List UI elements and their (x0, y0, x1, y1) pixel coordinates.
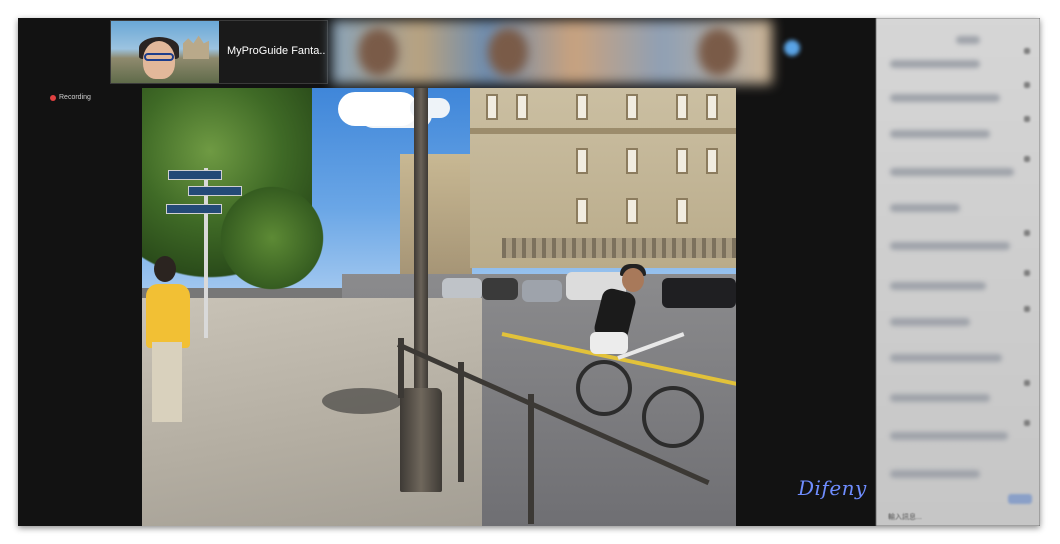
video-car (522, 280, 562, 302)
video-building-cornice (470, 128, 736, 134)
chat-message-blurred (890, 60, 980, 68)
video-bike-wheel (642, 386, 704, 448)
video-pedestrian-legs (152, 342, 182, 422)
chat-timestamp-blurred (1024, 420, 1030, 426)
watermark: Difeny (798, 476, 867, 500)
video-building (400, 154, 472, 274)
chat-message-blurred (890, 394, 990, 402)
chat-message-blurred (890, 354, 1002, 362)
chat-timestamp-blurred (1024, 270, 1030, 276)
video-window (576, 94, 588, 120)
video-window (676, 148, 688, 174)
chat-input[interactable]: 輸入訊息... (888, 512, 922, 522)
video-trees (202, 178, 342, 298)
video-pedestrian-body (146, 284, 190, 348)
recording-label: Recording (59, 94, 91, 101)
chat-message-blurred (890, 204, 960, 212)
video-cloud (338, 92, 418, 126)
chat-message-blurred (890, 130, 990, 138)
video-street-sign (168, 170, 222, 180)
chat-timestamp-blurred (1024, 306, 1030, 312)
chat-send-button[interactable] (1008, 494, 1032, 504)
video-car (442, 278, 482, 300)
chat-message-blurred (890, 94, 1000, 102)
chat-timestamp-blurred (1024, 82, 1030, 88)
video-street-sign (188, 186, 242, 196)
chat-header-blurred (956, 36, 980, 44)
video-window (706, 148, 718, 174)
video-window (626, 94, 638, 120)
video-balustrade (502, 238, 736, 258)
video-shadow (322, 388, 402, 414)
video-pedestrian-head (154, 256, 176, 282)
fence-post (528, 394, 534, 524)
video-car (662, 278, 736, 308)
video-window (676, 94, 688, 120)
video-window (486, 94, 498, 120)
participant-name: MyProGuide Fanta... (227, 45, 325, 57)
chat-timestamp-blurred (1024, 230, 1030, 236)
participant-avatar (698, 28, 738, 76)
chat-message-blurred (890, 168, 1014, 176)
video-window (576, 198, 588, 224)
video-bike-wheel (576, 360, 632, 416)
chat-message-blurred (890, 282, 986, 290)
video-cyclist-head (622, 268, 644, 292)
video-window (626, 198, 638, 224)
video-window (626, 148, 638, 174)
thumbnail-building (183, 35, 209, 59)
video-cyclist-shorts (590, 332, 628, 354)
recording-dot-icon (50, 94, 56, 101)
chat-message-blurred (890, 318, 970, 326)
self-video-thumbnail (111, 21, 219, 83)
video-window (676, 198, 688, 224)
video-window (706, 94, 718, 120)
video-window (576, 148, 588, 174)
chat-timestamp-blurred (1024, 116, 1030, 122)
thumbnail-glasses (144, 53, 174, 61)
video-street-sign (166, 204, 222, 214)
next-page-arrow-icon[interactable] (784, 40, 800, 56)
self-video-tile[interactable]: MyProGuide Fanta... (110, 20, 328, 84)
chat-timestamp-blurred (1024, 48, 1030, 54)
meeting-window: MyProGuide Fanta... Recording Difeny 輸入訊… (18, 18, 1040, 526)
chat-timestamp-blurred (1024, 156, 1030, 162)
chat-panel[interactable]: 輸入訊息... (876, 18, 1040, 526)
chat-timestamp-blurred (1024, 380, 1030, 386)
participant-avatar (358, 28, 398, 76)
fence-post (458, 362, 464, 482)
video-window (516, 94, 528, 120)
chat-message-blurred (890, 432, 1008, 440)
recording-indicator: Recording (50, 94, 91, 101)
shared-video[interactable] (142, 88, 736, 526)
participant-avatar (488, 28, 528, 76)
chat-message-blurred (890, 242, 1010, 250)
chat-message-blurred (890, 470, 980, 478)
video-car (482, 278, 518, 300)
